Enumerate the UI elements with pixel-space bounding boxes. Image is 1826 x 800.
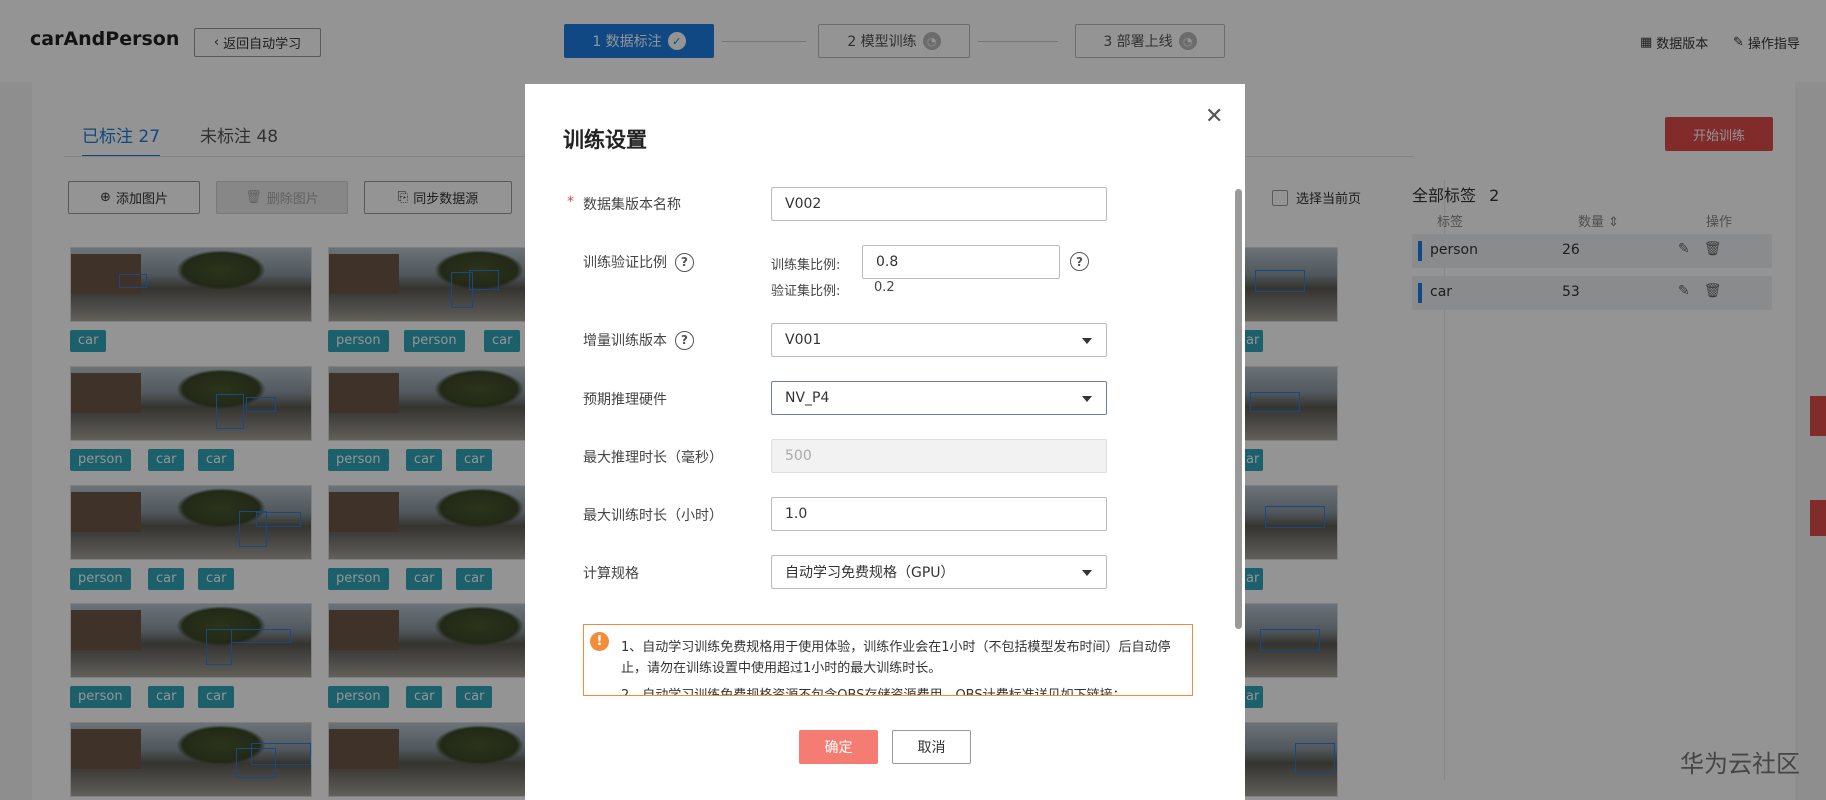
- split-label-text: 训练验证比例: [583, 255, 667, 271]
- caret-down-icon: [1082, 570, 1092, 576]
- free-spec-notice: ! 1、自动学习训练免费规格用于使用体验，训练作业会在1小时（不包括模型发布时间…: [583, 624, 1193, 696]
- notice-line: 2、自动学习训练免费规格资源不包含OBS存储资源费用，OBS计费标准详见如下链接…: [621, 688, 1126, 696]
- split-label: 训练验证比例 ?: [583, 252, 694, 272]
- caret-down-icon: [1082, 338, 1092, 344]
- max-train-input[interactable]: 1.0: [771, 497, 1107, 531]
- compute-spec-label: 计算规格: [583, 566, 639, 582]
- max-train-label: 最大训练时长（小时）: [583, 508, 723, 524]
- help-icon[interactable]: ?: [1070, 252, 1089, 271]
- train-ratio-input[interactable]: 0.8: [862, 245, 1060, 279]
- max-infer-label: 最大推理时长（毫秒）: [583, 450, 723, 466]
- dialog-scrollbar[interactable]: [1235, 189, 1242, 629]
- notice-line: 1、自动学习训练免费规格用于使用体验，训练作业会在1小时（不包括模型发布时间）后…: [621, 640, 1171, 676]
- help-icon[interactable]: ?: [675, 330, 694, 350]
- training-settings-dialog: 训练设置 ✕ * 数据集版本名称 V002 训练验证比例 ? 训练集比例: 0.…: [525, 84, 1245, 800]
- confirm-button[interactable]: 确定: [799, 730, 878, 764]
- caret-down-icon: [1082, 396, 1092, 402]
- required-mark: *: [567, 194, 574, 210]
- compute-spec-select[interactable]: 自动学习免费规格（GPU）: [771, 555, 1107, 589]
- dialog-title: 训练设置: [563, 128, 647, 152]
- hardware-label: 预期推理硬件: [583, 392, 667, 408]
- max-infer-input: 500: [771, 439, 1107, 473]
- notice-text: 1、自动学习训练免费规格用于使用体验，训练作业会在1小时（不包括模型发布时间）后…: [621, 637, 1186, 696]
- help-icon[interactable]: ?: [675, 252, 694, 272]
- hardware-value: NV_P4: [785, 390, 830, 406]
- incremental-value: V001: [785, 332, 822, 348]
- val-ratio-value: 0.2: [874, 280, 895, 295]
- train-ratio-label: 训练集比例:: [771, 258, 841, 273]
- incremental-label-text: 增量训练版本: [583, 333, 667, 349]
- warning-icon: !: [590, 632, 609, 651]
- compute-spec-value: 自动学习免费规格（GPU）: [785, 565, 955, 581]
- cancel-button[interactable]: 取消: [892, 730, 971, 764]
- close-icon[interactable]: ✕: [1205, 104, 1223, 129]
- dataset-version-name-label: 数据集版本名称: [583, 197, 681, 213]
- hardware-select[interactable]: NV_P4: [771, 381, 1107, 415]
- incremental-version-label: 增量训练版本 ?: [583, 330, 694, 350]
- dataset-version-name-input[interactable]: V002: [771, 187, 1107, 221]
- incremental-version-select[interactable]: V001: [771, 323, 1107, 357]
- val-ratio-label: 验证集比例:: [771, 284, 841, 299]
